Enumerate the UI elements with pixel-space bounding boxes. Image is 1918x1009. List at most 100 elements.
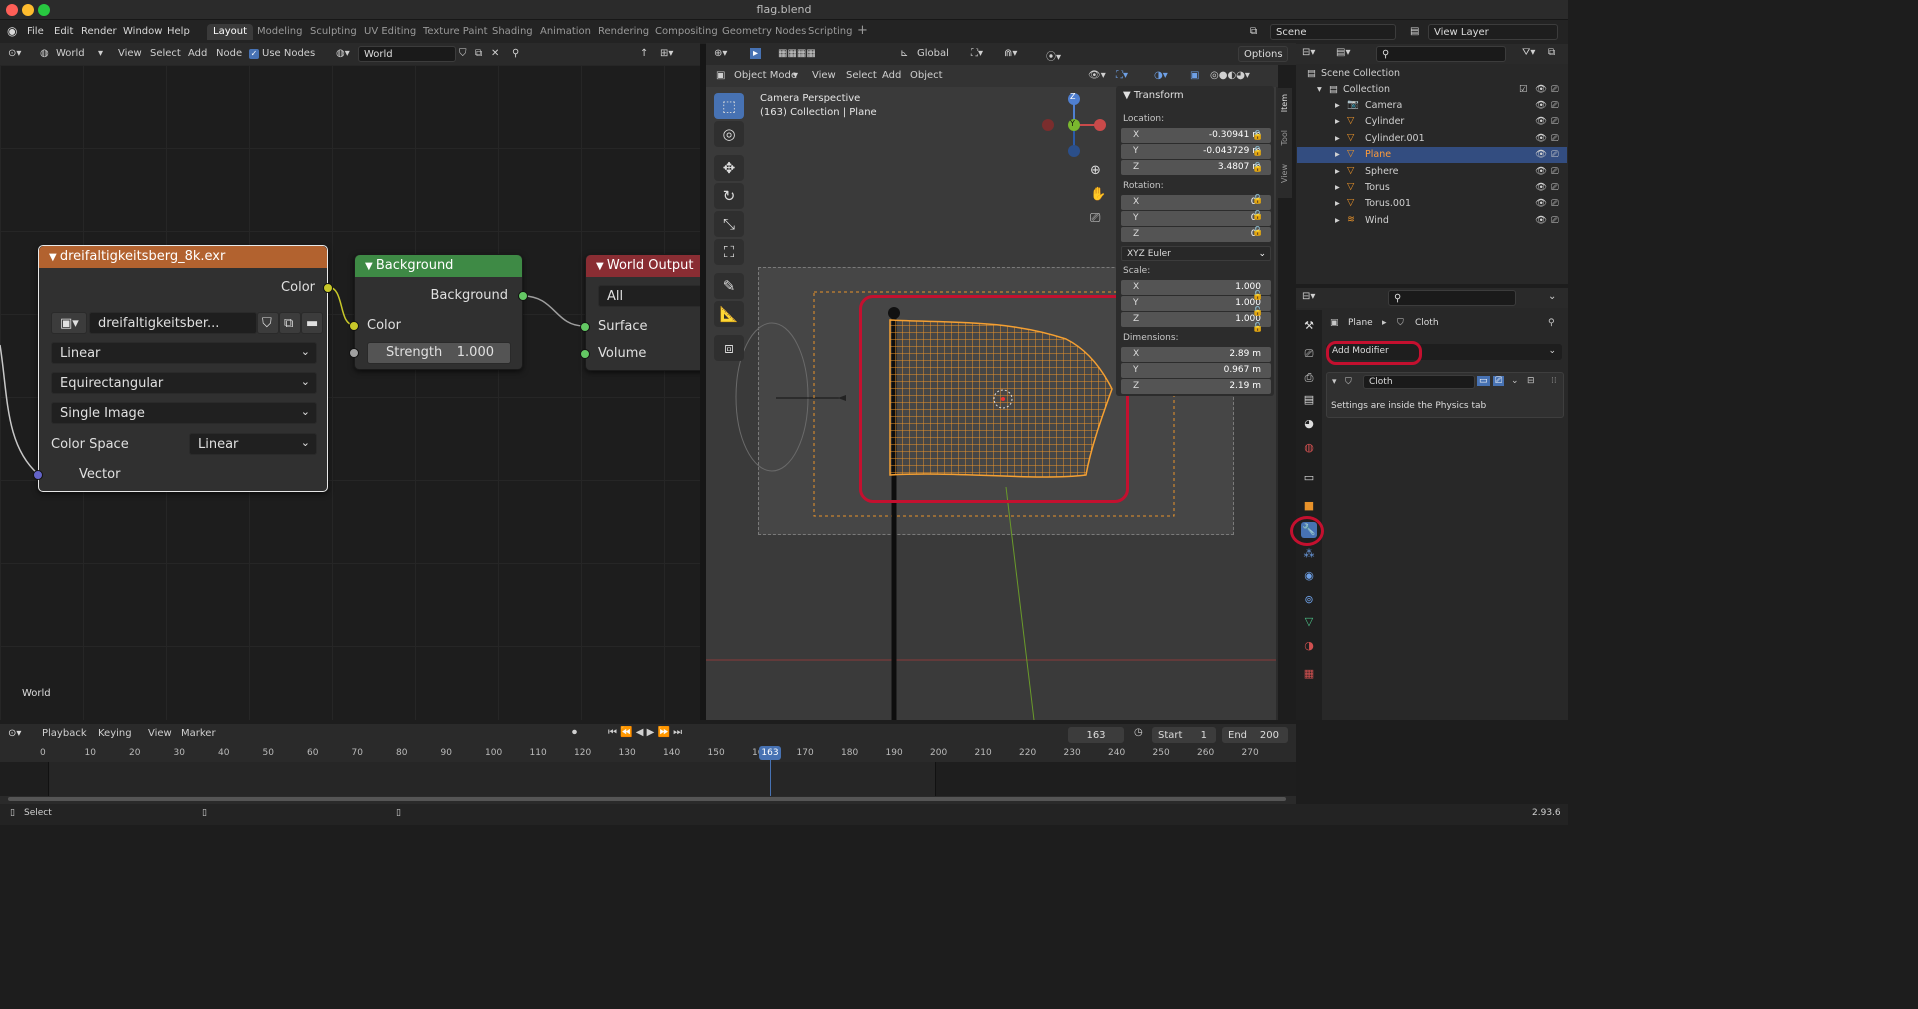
properties-search-input[interactable]: ⚲ — [1388, 290, 1516, 306]
tool-measure-icon[interactable]: 📐 — [714, 301, 744, 327]
menu-file[interactable]: File — [27, 26, 44, 37]
expand-icon[interactable]: ▸ — [1335, 133, 1340, 144]
shading-modes-icon[interactable]: ◎●◐◕▾ — [1210, 70, 1250, 81]
object-tab-icon[interactable]: ■ — [1301, 498, 1317, 514]
editor-type-icon[interactable]: ⊕▾ — [714, 48, 727, 59]
camera-render-icon[interactable]: ⎚ — [1551, 182, 1559, 193]
camera-render-icon[interactable]: ⎚ — [1551, 133, 1559, 144]
rotation-y-field[interactable]: Y 0° — [1121, 211, 1271, 226]
collapse-icon[interactable]: ▾ — [1332, 377, 1337, 387]
data-tab-icon[interactable]: ▽ — [1301, 614, 1317, 630]
tool-rotate-icon[interactable]: ↻ — [714, 183, 744, 209]
menu-view[interactable]: View — [148, 728, 172, 739]
world-type-icon[interactable]: ◍ — [40, 48, 49, 59]
expand-icon[interactable]: ▸ — [1335, 198, 1340, 209]
keying-menu[interactable]: Keying — [98, 728, 132, 739]
selection-mode-icons[interactable]: ▦▦▦▦ — [778, 48, 816, 59]
strength-input-socket[interactable] — [349, 348, 359, 358]
view-layer-icon[interactable]: ▤ — [1410, 26, 1419, 37]
location-y-field[interactable]: Y -0.043729 m — [1121, 144, 1271, 159]
expand-icon[interactable]: ▸ — [1335, 116, 1340, 127]
background-node-header[interactable]: ▼ Background — [355, 255, 522, 277]
render-display-icon[interactable]: ⎚ — [1493, 376, 1505, 386]
location-x-field[interactable]: X -0.30941 m — [1121, 128, 1271, 143]
open-folder-icon[interactable]: ▬ — [301, 312, 323, 334]
constraints-tab-icon[interactable]: ⊚ — [1301, 592, 1317, 608]
color-space-dropdown[interactable]: Linear ⌄ — [189, 433, 317, 455]
image-file-field[interactable]: dreifaltigkeitsber... — [89, 312, 257, 334]
material-tab-icon[interactable]: ◑ — [1301, 638, 1317, 654]
select-box-icon[interactable]: ▸ — [750, 48, 762, 59]
menu-help[interactable]: Help — [167, 26, 190, 37]
expand-icon[interactable]: ▸ — [1335, 100, 1340, 111]
blender-logo-icon[interactable]: ◉ — [7, 24, 17, 38]
scale-x-field[interactable]: X 1.000 — [1121, 280, 1271, 295]
camera-render-icon[interactable]: ⎚ — [1551, 198, 1559, 209]
expand-icon[interactable]: ▸ — [1335, 149, 1340, 160]
gizmo-toggle-icon[interactable]: ⛶▾ — [1116, 70, 1128, 81]
menu-object[interactable]: Object — [910, 70, 943, 81]
camera-render-icon[interactable]: ⎚ — [1551, 149, 1559, 160]
navigation-gizmo[interactable]: Z Y — [1036, 87, 1116, 167]
view-layer-tab-icon[interactable]: ▤ — [1301, 392, 1317, 408]
playback-menu[interactable]: Playback — [42, 728, 87, 739]
volume-input-socket[interactable] — [580, 349, 590, 359]
lock-icon[interactable]: 🔓 🔓 🔓 🔓 🔓 🔓 🔓 🔓 🔓 — [1252, 128, 1263, 336]
clock-icon[interactable]: ◷ — [1134, 727, 1143, 738]
expand-icon[interactable]: ▾ — [1317, 84, 1322, 95]
outliner-collection[interactable]: ▾ ▤ Collection ☑ 👁 ⎚ — [1297, 82, 1567, 98]
camera-render-icon[interactable]: ⎚ — [1551, 100, 1559, 111]
shader-type-dropdown[interactable]: World — [56, 48, 85, 59]
background-node[interactable]: ▼ Background Background Color Strength 1.… — [349, 254, 528, 370]
visibility-icon[interactable]: 👁▾ — [1088, 70, 1106, 81]
start-frame-field[interactable]: Start 1 — [1152, 727, 1216, 743]
modifier-name-field[interactable]: Cloth — [1363, 375, 1475, 389]
snap-icon[interactable]: ⊞▾ — [660, 48, 673, 59]
eye-icon[interactable]: 👁 — [1535, 166, 1547, 177]
tool-transform-icon[interactable]: ⛶ — [714, 239, 744, 265]
image-browse-button[interactable]: ▣▾ — [51, 312, 87, 334]
tab-rendering[interactable]: Rendering — [598, 26, 649, 37]
end-frame-field[interactable]: End 200 — [1222, 727, 1288, 743]
scale-y-field[interactable]: Y 1.000 — [1121, 296, 1271, 311]
unlink-icon[interactable]: ✕ — [491, 48, 499, 59]
tab-uv-editing[interactable]: UV Editing — [364, 26, 416, 37]
tab-scripting[interactable]: Scripting — [808, 26, 852, 37]
pin-icon[interactable]: ⚲ — [1548, 318, 1555, 328]
camera-render-icon[interactable]: ⎚ — [1551, 116, 1559, 127]
tab-compositing[interactable]: Compositing — [655, 26, 718, 37]
use-nodes-checkbox[interactable]: ✓ — [249, 49, 259, 59]
editor-type-icon[interactable]: ⊙▾ — [8, 728, 21, 739]
scale-z-field[interactable]: Z 1.000 — [1121, 312, 1271, 327]
node-editor-canvas[interactable]: ▼ dreifaltigkeitsberg_8k.exr Color ▣▾ dr… — [0, 65, 700, 720]
image-texture-node[interactable]: ▼ dreifaltigkeitsberg_8k.exr Color ▣▾ dr… — [33, 245, 333, 492]
expand-icon[interactable]: ▸ — [1335, 182, 1340, 193]
current-frame-field[interactable]: 163 — [1068, 727, 1124, 743]
mode-dropdown[interactable]: Object Mode — [734, 70, 797, 81]
tab-texture-paint[interactable]: Texture Paint — [423, 26, 488, 37]
tool-select-box-icon[interactable]: ⬚ — [714, 93, 744, 119]
eye-icon[interactable]: 👁 — [1535, 182, 1547, 193]
expand-icon[interactable]: ▸ — [1335, 215, 1340, 226]
rotation-z-field[interactable]: Z 0° — [1121, 227, 1271, 242]
sidebar-tab-view[interactable]: View — [1280, 164, 1289, 183]
menu-edit[interactable]: Edit — [54, 26, 73, 37]
tool-add-cube-icon[interactable]: ⧈ — [714, 335, 744, 361]
menu-select[interactable]: Select — [150, 48, 181, 59]
duplicate-icon[interactable]: ⧉ — [279, 312, 301, 334]
pan-hand-icon[interactable]: ✋ — [1090, 187, 1106, 202]
editor-type-icon[interactable]: ⊟▾ — [1302, 291, 1315, 302]
scene-selector[interactable]: Scene — [1270, 24, 1396, 40]
strength-field[interactable]: Strength 1.000 — [367, 342, 511, 364]
zoom-icon[interactable]: ⊕ — [1090, 163, 1101, 178]
duplicate-icon[interactable]: ⧉ — [475, 48, 482, 59]
render-tab-icon[interactable]: ⎚ — [1301, 346, 1317, 362]
eye-icon[interactable]: 👁 — [1535, 149, 1547, 160]
marker-menu[interactable]: Marker — [181, 728, 216, 739]
world-tab-icon[interactable]: ◍ — [1301, 440, 1317, 456]
delete-modifier-icon[interactable]: ⊟ — [1527, 376, 1535, 386]
outliner-item-torus-001[interactable]: ▸ ▽ Torus.001 👁 ⎚ — [1297, 196, 1567, 212]
eye-icon[interactable]: 👁 — [1535, 100, 1547, 111]
eye-icon[interactable]: 👁 — [1535, 116, 1547, 127]
options-dropdown[interactable]: Options — [1238, 46, 1288, 62]
